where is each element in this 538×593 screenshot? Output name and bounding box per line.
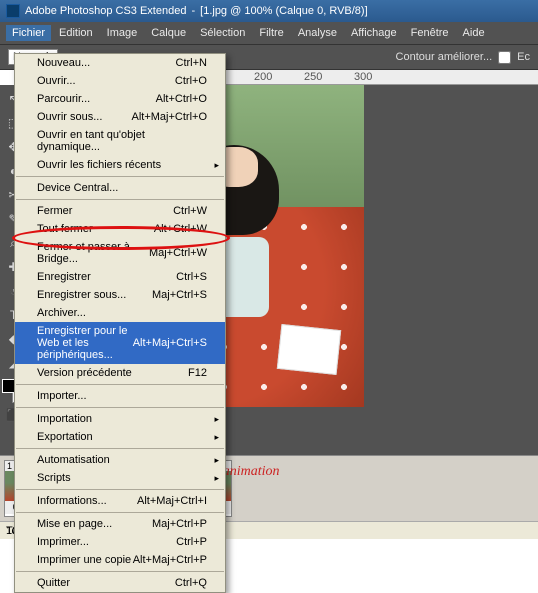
titlebar: Adobe Photoshop CS3 Extended - [1.jpg @ … (0, 0, 538, 22)
menu-item[interactable]: Automatisation (15, 451, 225, 469)
menu-item[interactable]: EnregistrerCtrl+S (15, 268, 225, 286)
menu-item[interactable]: Ouvrir sous...Alt+Maj+Ctrl+O (15, 108, 225, 126)
menu-item[interactable]: FermerCtrl+W (15, 202, 225, 220)
app-title: Adobe Photoshop CS3 Extended (25, 5, 186, 17)
menu-affichage[interactable]: Affichage (345, 25, 403, 41)
menu-item[interactable]: Version précédenteF12 (15, 364, 225, 382)
menu-item[interactable]: Importer... (15, 387, 225, 405)
menu-item[interactable]: Scripts (15, 469, 225, 487)
menu-analyse[interactable]: Analyse (292, 25, 343, 41)
menu-item[interactable]: Imprimer une copieAlt+Maj+Ctrl+P (15, 551, 225, 569)
menu-item[interactable]: Tout fermerAlt+Ctrl+W (15, 220, 225, 238)
menubar: Fichier Edition Image Calque Sélection F… (0, 22, 538, 45)
menu-item[interactable]: Imprimer...Ctrl+P (15, 533, 225, 551)
menu-image[interactable]: Image (101, 25, 144, 41)
menu-filtre[interactable]: Filtre (253, 25, 289, 41)
menu-item[interactable]: Parcourir...Alt+Ctrl+O (15, 90, 225, 108)
menu-item[interactable]: Informations...Alt+Maj+Ctrl+I (15, 492, 225, 510)
menu-selection[interactable]: Sélection (194, 25, 251, 41)
menu-item[interactable]: Importation (15, 410, 225, 428)
doc-title: [1.jpg @ 100% (Calque 0, RVB/8)] (200, 5, 368, 17)
menu-fenetre[interactable]: Fenêtre (405, 25, 455, 41)
ec-label: Ec (517, 51, 530, 63)
menu-item[interactable]: QuitterCtrl+Q (15, 574, 225, 592)
menu-item[interactable]: Ouvrir les fichiers récents (15, 156, 225, 174)
file-menu-dropdown: Nouveau...Ctrl+NOuvrir...Ctrl+OParcourir… (14, 53, 226, 593)
menu-item[interactable]: Nouveau...Ctrl+N (15, 54, 225, 72)
menu-item[interactable]: Fermer et passer à Bridge...Maj+Ctrl+W (15, 238, 225, 268)
contour-label[interactable]: Contour améliorer... (396, 51, 493, 63)
menu-item[interactable]: Mise en page...Maj+Ctrl+P (15, 515, 225, 533)
menu-fichier[interactable]: Fichier (6, 25, 51, 41)
menu-item[interactable]: Ouvrir...Ctrl+O (15, 72, 225, 90)
menu-aide[interactable]: Aide (457, 25, 491, 41)
menu-item[interactable]: Enregistrer sous...Maj+Ctrl+S (15, 286, 225, 304)
menu-item[interactable]: Device Central... (15, 179, 225, 197)
ec-checkbox[interactable] (498, 51, 511, 64)
menu-item[interactable]: Ouvrir en tant qu'objet dynamique... (15, 126, 225, 156)
app-icon (6, 4, 20, 18)
menu-item[interactable]: Archiver... (15, 304, 225, 322)
menu-item[interactable]: Exportation (15, 428, 225, 446)
menu-edition[interactable]: Edition (53, 25, 99, 41)
menu-item[interactable]: Enregistrer pour le Web et les périphéri… (15, 322, 225, 364)
menu-calque[interactable]: Calque (145, 25, 192, 41)
